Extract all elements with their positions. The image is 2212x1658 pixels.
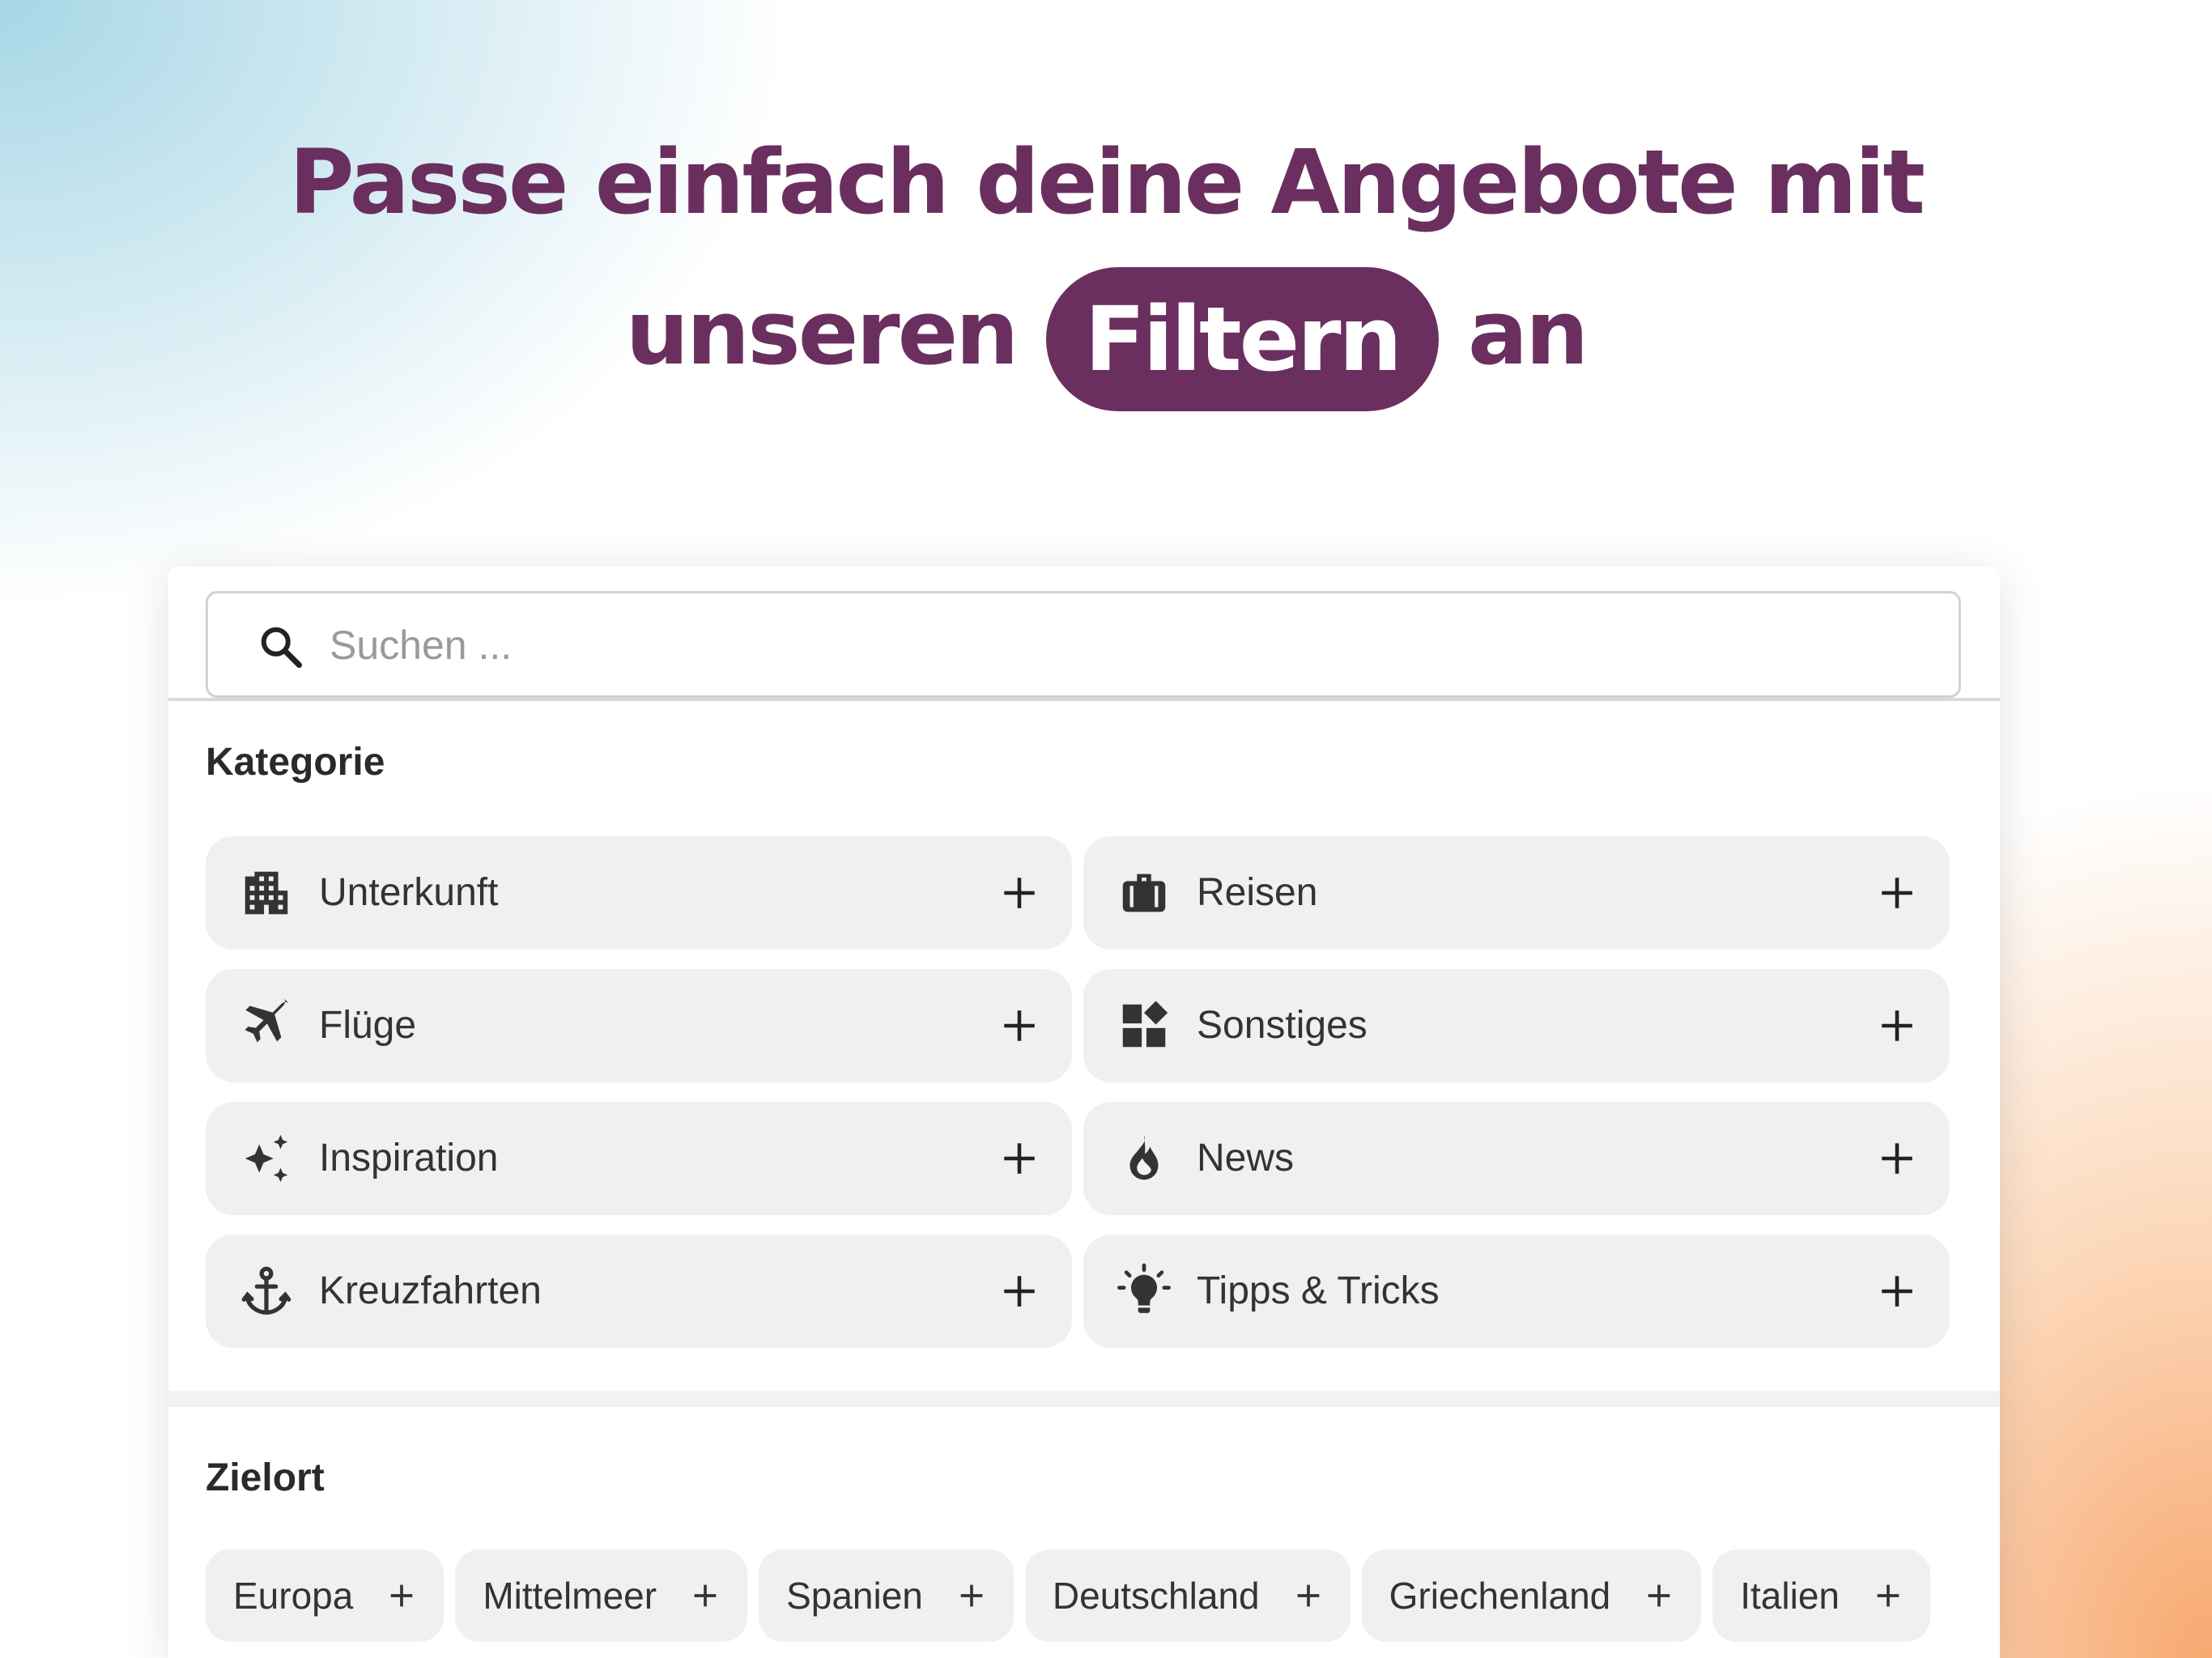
chip-label: Deutschland [1052, 1575, 1260, 1617]
headline-line-1: Passe einfach deine Angebote mit [288, 130, 1925, 234]
chip-deutschland[interactable]: Deutschland [1024, 1550, 1351, 1642]
category-kreuzfahrten-button[interactable]: Kreuzfahrten [206, 1235, 1072, 1348]
category-reisen-button[interactable]: Reisen [1083, 836, 1950, 950]
plus-icon [999, 1271, 1040, 1312]
category-label: Reisen [1197, 871, 1318, 914]
sparkle-icon [238, 1130, 295, 1187]
anchor-icon [238, 1263, 295, 1320]
chip-label: Italien [1740, 1575, 1840, 1617]
category-sonstiges-button[interactable]: Sonstiges [1083, 969, 1950, 1082]
headline-line-2: unseren Filtern an [0, 256, 2212, 411]
category-grid: Unterkunft Reisen Flüge Sonstiges Inspir… [206, 836, 1958, 1348]
category-label: Unterkunft [319, 871, 499, 914]
chip-mittelmeer[interactable]: Mittelmeer [455, 1550, 748, 1642]
category-label: News [1197, 1137, 1295, 1180]
chip-griechenland[interactable]: Griechenland [1361, 1550, 1702, 1642]
category-label: Kreuzfahrten [319, 1269, 542, 1312]
category-unterkunft-button[interactable]: Unterkunft [206, 836, 1072, 950]
lightbulb-icon [1116, 1263, 1172, 1320]
headline: Passe einfach deine Angebote mit unseren… [0, 121, 2212, 411]
search-icon [257, 623, 305, 671]
plus-icon [955, 1579, 988, 1612]
chip-label: Mittelmeer [483, 1575, 657, 1617]
chip-label: Griechenland [1389, 1575, 1611, 1617]
plus-icon [1877, 1138, 1917, 1179]
kategorie-title: Kategorie [206, 741, 385, 784]
category-tipps-tricks-button[interactable]: Tipps & Tricks [1083, 1235, 1950, 1348]
plus-icon [1877, 1271, 1917, 1312]
airplane-icon [238, 997, 295, 1054]
chip-italien[interactable]: Italien [1712, 1550, 1930, 1642]
category-label: Tipps & Tricks [1197, 1269, 1440, 1312]
zielort-title: Zielort [206, 1456, 325, 1499]
search-input[interactable] [330, 613, 1868, 678]
headline-word-an: an [1467, 281, 1589, 385]
plus-icon [1643, 1579, 1675, 1612]
filter-panel: Kategorie Unterkunft Reisen Flüge [168, 567, 2000, 1658]
headline-word-unseren: unseren [625, 281, 1019, 385]
category-label: Inspiration [319, 1137, 499, 1180]
building-icon [238, 865, 295, 921]
flame-icon [1116, 1130, 1172, 1187]
category-label: Sonstiges [1197, 1004, 1368, 1047]
category-inspiration-button[interactable]: Inspiration [206, 1102, 1072, 1215]
chip-label: Europa [233, 1575, 354, 1617]
headline-highlight-pill: Filtern [1045, 266, 1439, 411]
chip-europa[interactable]: Europa [206, 1550, 445, 1642]
search-box[interactable] [206, 591, 1961, 698]
plus-icon [689, 1579, 721, 1612]
destination-chips: Europa Mittelmeer Spanien Deutschland Gr… [206, 1550, 1930, 1642]
plus-icon [999, 873, 1040, 913]
plus-icon [1292, 1579, 1325, 1612]
chip-label: Spanien [786, 1575, 923, 1617]
plus-icon [999, 1138, 1040, 1179]
widgets-icon [1116, 997, 1172, 1054]
chip-spanien[interactable]: Spanien [759, 1550, 1014, 1642]
plus-icon [999, 1005, 1040, 1046]
category-label: Flüge [319, 1004, 417, 1047]
category-fluege-button[interactable]: Flüge [206, 969, 1072, 1082]
luggage-icon [1116, 865, 1172, 921]
category-news-button[interactable]: News [1083, 1102, 1950, 1215]
plus-icon [1877, 1005, 1917, 1046]
search-bar-area [168, 567, 2000, 701]
section-divider [168, 1391, 2000, 1407]
plus-icon [385, 1579, 418, 1612]
plus-icon [1872, 1579, 1904, 1612]
plus-icon [1877, 873, 1917, 913]
